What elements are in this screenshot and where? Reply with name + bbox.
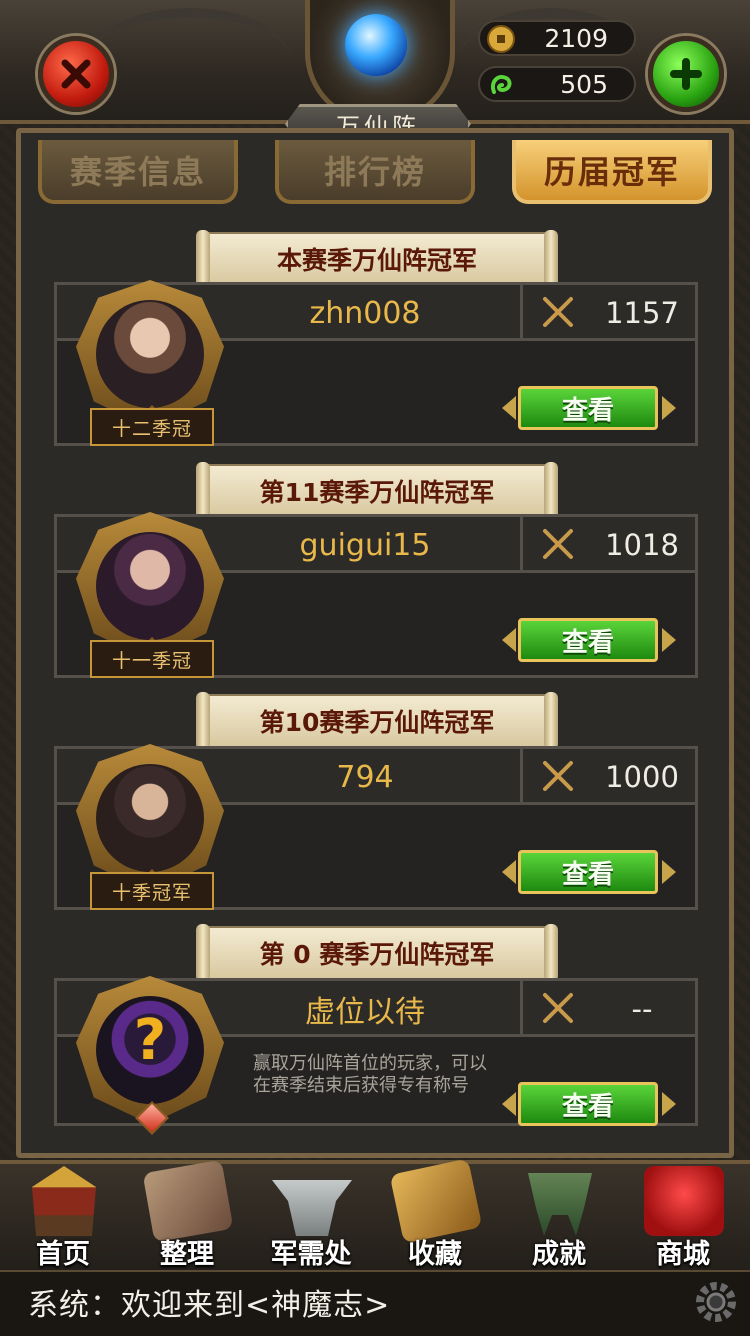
gear-icon[interactable] — [690, 1276, 742, 1328]
champion-portrait[interactable]: 十二季冠 — [70, 270, 230, 446]
nav-collection[interactable]: 收藏 — [374, 1158, 496, 1270]
arrow-right-icon — [662, 1092, 676, 1116]
crossed-swords-icon — [543, 297, 573, 327]
jade-counter: 505 — [478, 66, 636, 102]
champion-portrait: ? — [70, 966, 230, 1142]
champion-score: 1018 — [605, 528, 679, 562]
season-banner: 第 0 赛季万仙阵冠军 — [196, 924, 558, 982]
decorative-vine — [90, 8, 290, 108]
crystal-orb-icon — [345, 14, 407, 76]
plus-icon — [670, 58, 702, 90]
nav-organize[interactable]: 整理 — [126, 1159, 248, 1270]
nav-label: 整理 — [160, 1239, 214, 1270]
vacant-description: 赢取万仙阵首位的玩家，可以在赛季结束后获得专有称号 — [253, 1053, 487, 1096]
nav-home[interactable]: 首页 — [2, 1160, 124, 1270]
nav-label: 商城 — [656, 1239, 710, 1270]
bag-icon — [142, 1159, 234, 1243]
arrow-right-icon — [662, 628, 676, 652]
season-banner: 本赛季万仙阵冠军 — [196, 230, 558, 288]
season-banner: 第11赛季万仙阵冠军 — [196, 462, 558, 520]
nav-label: 成就 — [532, 1239, 586, 1270]
view-button[interactable]: 查看 — [518, 386, 658, 430]
add-currency-button[interactable] — [648, 36, 724, 112]
champion-name: 794 — [336, 759, 394, 795]
champion-portrait[interactable]: 十季冠军 — [70, 734, 230, 910]
crossed-swords-icon — [543, 993, 573, 1023]
view-button[interactable]: 查看 — [518, 1082, 658, 1126]
arrow-left-icon — [502, 628, 516, 652]
crossed-swords-icon — [543, 529, 573, 559]
coin-icon — [487, 25, 515, 53]
crossed-swords-icon — [543, 761, 573, 791]
arrow-left-icon — [502, 860, 516, 884]
season-banner: 第10赛季万仙阵冠军 — [196, 692, 558, 750]
jade-amount: 505 — [560, 69, 608, 99]
cauldron-icon — [528, 1173, 592, 1236]
nav-label: 首页 — [36, 1239, 90, 1270]
view-button[interactable]: 查看 — [518, 618, 658, 662]
question-mark-icon: ? — [133, 1008, 167, 1073]
champion-name: guigui15 — [299, 527, 431, 563]
treasure-bag-icon — [644, 1166, 724, 1236]
avatar — [96, 300, 204, 408]
arrow-right-icon — [662, 396, 676, 420]
system-message: 系统：欢迎来到<神魔志> — [28, 1288, 391, 1323]
champion-score: 1000 — [605, 760, 679, 794]
champion-name: zhn008 — [309, 295, 421, 331]
gold-amount: 2109 — [544, 23, 608, 53]
title-plate: 十二季冠 — [90, 408, 214, 446]
tab-leaderboard[interactable]: 排行榜 — [275, 140, 475, 204]
champion-score: -- — [631, 992, 653, 1026]
avatar — [96, 764, 204, 872]
view-button[interactable]: 查看 — [518, 850, 658, 894]
nav-label: 军需处 — [270, 1239, 352, 1270]
nav-shop[interactable]: 商城 — [622, 1160, 744, 1270]
book-icon — [389, 1158, 483, 1244]
arrow-left-icon — [502, 396, 516, 420]
nav-supply[interactable]: 军需处 — [250, 1160, 372, 1270]
arrow-left-icon — [502, 1092, 516, 1116]
champion-score: 1157 — [605, 296, 679, 330]
close-button[interactable] — [38, 36, 114, 112]
jade-dragon-icon — [491, 75, 512, 94]
anvil-icon — [272, 1180, 352, 1236]
title-plate: 十一季冠 — [90, 640, 214, 678]
arrow-right-icon — [662, 860, 676, 884]
champion-name: 虚位以待 — [305, 995, 425, 1030]
gold-counter: 2109 — [478, 20, 636, 56]
champion-portrait[interactable]: 十一季冠 — [70, 502, 230, 678]
tab-season-info[interactable]: 赛季信息 — [38, 140, 238, 204]
tab-past-champions[interactable]: 历届冠军 — [512, 140, 712, 204]
house-icon — [32, 1166, 96, 1236]
nav-label: 收藏 — [408, 1239, 462, 1270]
avatar — [96, 532, 204, 640]
nav-achievements[interactable]: 成就 — [498, 1160, 620, 1270]
close-icon — [61, 59, 91, 89]
title-plate: 十季冠军 — [90, 872, 214, 910]
